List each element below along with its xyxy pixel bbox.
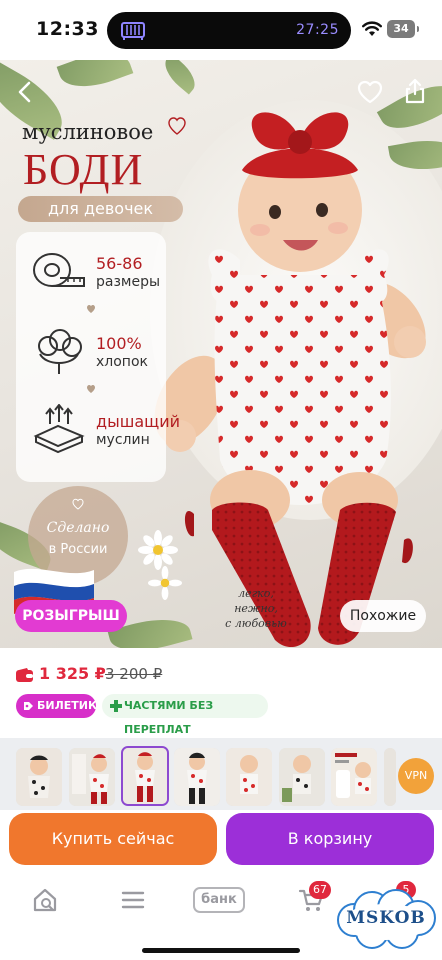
baby-photo (154, 112, 426, 648)
old-price: 3 200 ₽ (105, 665, 163, 683)
thumbnail[interactable] (331, 748, 377, 806)
bank-tab[interactable]: банк (193, 887, 245, 913)
home-indicator (142, 948, 300, 953)
feature-value: 100% (96, 334, 142, 353)
status-bar: 12:33 27:25 34 (0, 0, 442, 60)
thumbnail[interactable] (69, 748, 115, 806)
tagline-line: легко, (238, 587, 274, 600)
heart-outline-icon (72, 498, 84, 510)
made-in-line1: Сделано (46, 520, 110, 536)
product-image-gallery[interactable]: муслиновое БОДИ для девочек 56-86 размер… (0, 60, 442, 648)
home-search-icon[interactable] (32, 887, 58, 913)
heart-outline-icon (168, 117, 186, 135)
feature-label: размеры (96, 274, 161, 290)
watermark-text: MSKOB (346, 908, 426, 928)
ticket-chip[interactable]: БИЛЕТИК (16, 694, 97, 718)
status-time: 12:33 (36, 18, 99, 40)
back-arrow-icon[interactable] (14, 80, 36, 104)
thumbnail[interactable] (226, 748, 272, 806)
ticket-icon (24, 702, 33, 710)
add-to-cart-button[interactable]: В корзину (226, 813, 434, 865)
product-audience-pill: для девочек (18, 196, 183, 222)
product-title: БОДИ (23, 145, 144, 194)
battery-indicator: 34 (387, 20, 415, 38)
tagline: легко, нежно, с любовью (196, 586, 316, 631)
buy-now-button[interactable]: Купить сейчас (9, 813, 217, 865)
separator-heart-icon (87, 385, 95, 393)
daisy-flower-icon (138, 530, 178, 570)
similar-items-button[interactable]: Похожие (340, 600, 426, 632)
measuring-tape-icon (33, 253, 85, 287)
plus-shield-icon (110, 700, 122, 712)
crib-icon (121, 22, 145, 40)
island-timer: 27:25 (296, 22, 339, 38)
cart-count-badge: 67 (309, 881, 331, 899)
thumbnail[interactable] (279, 748, 325, 806)
tagline-line: нежно, (234, 602, 278, 615)
current-price: 1 325 ₽ (39, 664, 106, 683)
mskob-watermark: MSKOB (332, 888, 440, 952)
thumbnail-selected[interactable] (121, 746, 169, 806)
feature-label: муслин (96, 432, 150, 448)
leaf-decoration (56, 60, 134, 98)
cotton-icon (38, 329, 82, 374)
installments-chip[interactable]: ЧАСТЯМИ БЕЗ ПЕРЕПЛАТ (102, 694, 268, 736)
wifi-icon (362, 21, 382, 36)
price-section: 1 325 ₽ 3 200 ₽ БИЛЕТИК ЧАСТЯМИ БЕЗ ПЕРЕ… (0, 648, 442, 738)
leaf-decoration (158, 60, 202, 95)
daisy-flower-icon (148, 566, 182, 600)
product-subtitle: муслиновое (22, 120, 154, 144)
catalog-menu-icon[interactable] (121, 890, 145, 910)
breathable-fabric-icon (33, 404, 85, 454)
giveaway-button[interactable]: РОЗЫГРЫШ (15, 600, 127, 632)
dynamic-island[interactable]: 27:25 (107, 12, 351, 49)
feature-value: дышащий (96, 412, 181, 431)
feature-label: хлопок (96, 354, 148, 370)
favorite-heart-icon[interactable] (357, 80, 383, 104)
separator-heart-icon (87, 305, 95, 313)
share-icon[interactable] (403, 77, 427, 105)
thumbnail-partial[interactable] (384, 748, 396, 806)
vpn-badge[interactable]: VPN (398, 758, 434, 794)
tagline-line: с любовью (225, 617, 287, 630)
battery-tip (417, 26, 419, 32)
ticket-chip-label: БИЛЕТИК (37, 699, 97, 712)
purchase-actions: Купить сейчас В корзину (0, 810, 442, 870)
made-in-line2: в России (48, 542, 108, 557)
wallet-icon (16, 668, 33, 682)
feature-value: 56-86 (96, 254, 143, 273)
thumbnail[interactable] (174, 748, 220, 806)
thumbnail-strip[interactable]: VPN (0, 738, 442, 810)
thumbnail[interactable] (16, 748, 62, 806)
feature-card: 56-86 размеры 100% хлопок дышащий муслин (16, 232, 180, 482)
installments-chip-label: ЧАСТЯМИ БЕЗ ПЕРЕПЛАТ (124, 699, 214, 736)
